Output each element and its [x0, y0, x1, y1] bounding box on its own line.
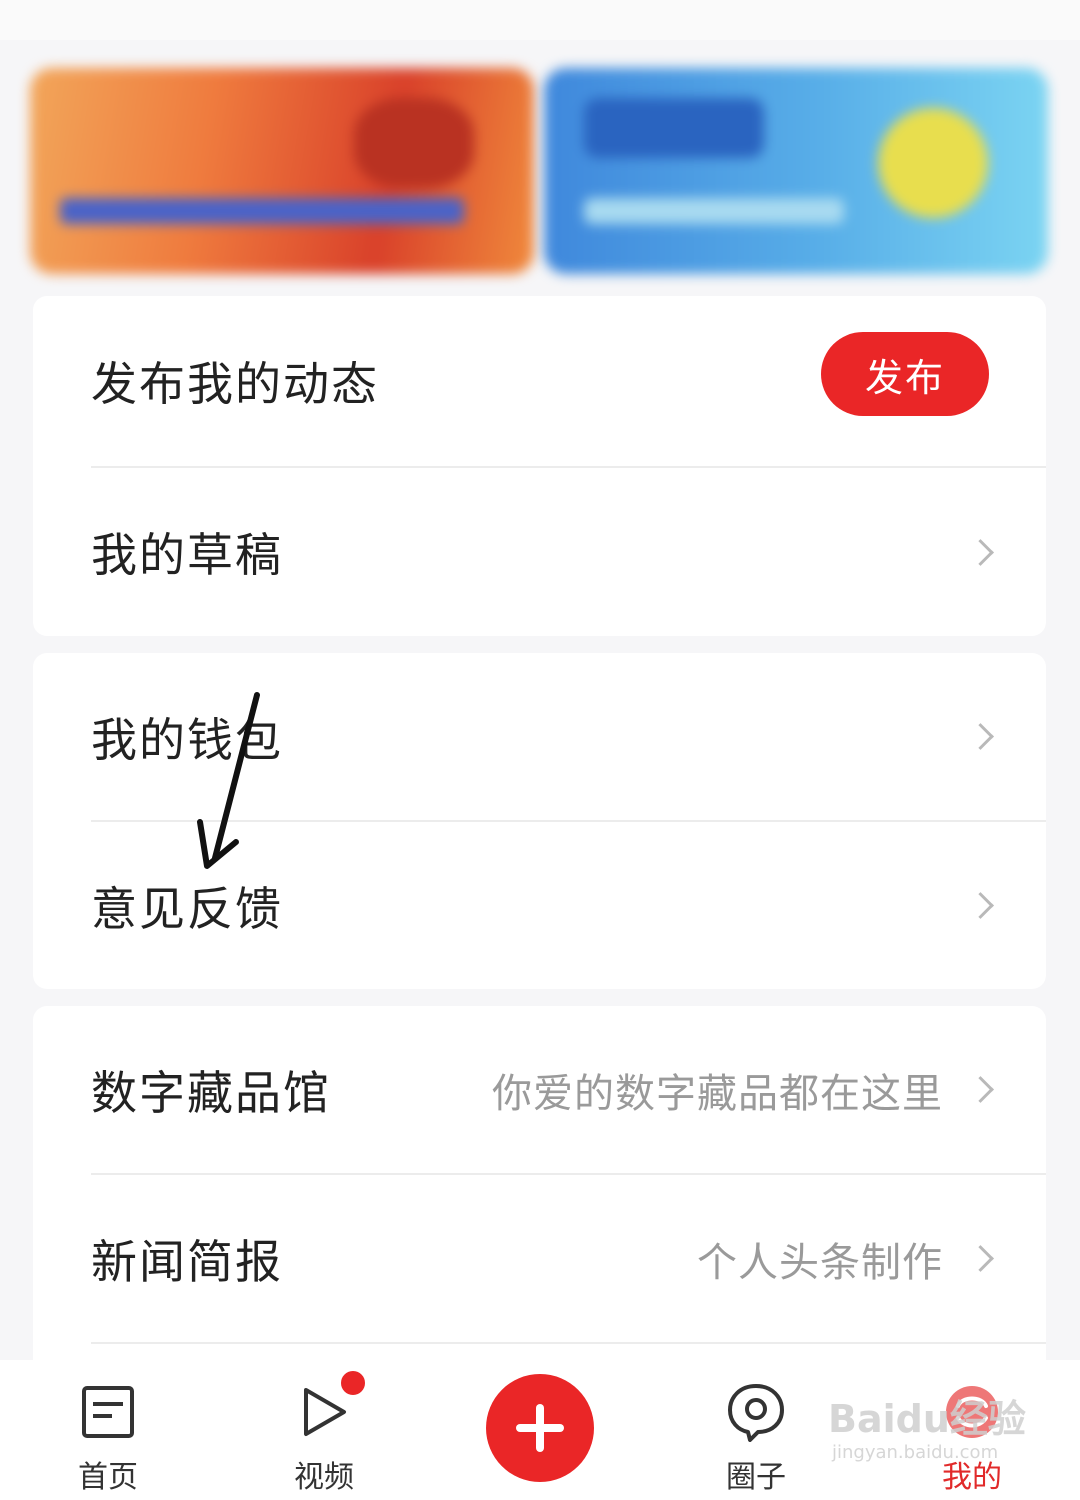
circle-location-icon	[728, 1384, 784, 1442]
banner-stripe	[60, 198, 464, 224]
card-wallet: 我的钱包 意见反馈	[33, 653, 1046, 989]
brief-row[interactable]: 新闻简报 个人头条制作	[33, 1175, 1046, 1342]
baidu-jingyan-watermark: Baidu经验 jingyan.baidu.com	[828, 1380, 1028, 1480]
collection-subtitle: 你爱的数字藏品都在这里	[492, 1070, 943, 1117]
wallet-label: 我的钱包	[91, 712, 283, 767]
chevron-right-icon	[967, 892, 994, 919]
chevron-right-icon	[967, 1076, 994, 1103]
watermark-text: Baidu经验	[828, 1397, 1026, 1441]
nav-label: 首页	[78, 1460, 138, 1495]
card-more: 数字藏品馆 你爱的数字藏品都在这里 新闻简报 个人头条制作	[33, 1006, 1046, 1386]
banner-right[interactable]	[544, 68, 1048, 274]
nav-label: 视频	[294, 1460, 354, 1495]
banner-blob	[584, 98, 764, 158]
nav-home[interactable]: 首页	[38, 1360, 178, 1500]
nav-circle[interactable]: 圈子	[686, 1360, 826, 1500]
notification-dot	[338, 1368, 368, 1398]
banner-blob	[354, 98, 474, 188]
nav-video[interactable]: 视频	[254, 1360, 394, 1500]
drafts-label: 我的草稿	[91, 528, 283, 582]
banner-carousel[interactable]	[30, 68, 1048, 274]
chevron-right-icon	[967, 538, 994, 566]
card-publish: 发布我的动态 发布 我的草稿	[33, 296, 1046, 636]
wallet-row[interactable]: 我的钱包	[33, 653, 1046, 820]
publish-row[interactable]: 发布我的动态 发布	[33, 296, 1046, 466]
plus-icon	[536, 1404, 544, 1452]
collection-row[interactable]: 数字藏品馆 你爱的数字藏品都在这里	[33, 1006, 1046, 1173]
nav-label: 圈子	[726, 1460, 786, 1495]
banner-blob	[584, 198, 844, 224]
collection-label: 数字藏品馆	[91, 1065, 331, 1120]
publish-label: 发布我的动态	[91, 357, 379, 411]
top-strip	[0, 0, 1080, 40]
chevron-right-icon	[967, 723, 994, 750]
feedback-label: 意见反馈	[91, 881, 283, 936]
chevron-right-icon	[967, 1245, 994, 1272]
watermark-url: jingyan.baidu.com	[832, 1442, 999, 1463]
brief-label: 新闻简报	[91, 1234, 283, 1289]
feedback-row[interactable]: 意见反馈	[33, 822, 1046, 989]
news-icon	[82, 1386, 134, 1438]
drafts-row[interactable]: 我的草稿	[33, 468, 1046, 636]
create-post-button[interactable]	[486, 1374, 594, 1482]
banner-left[interactable]	[30, 68, 534, 274]
banner-blob	[878, 108, 988, 218]
brief-subtitle: 个人头条制作	[697, 1239, 943, 1286]
divider	[91, 1342, 1046, 1344]
publish-button[interactable]: 发布	[821, 332, 989, 416]
